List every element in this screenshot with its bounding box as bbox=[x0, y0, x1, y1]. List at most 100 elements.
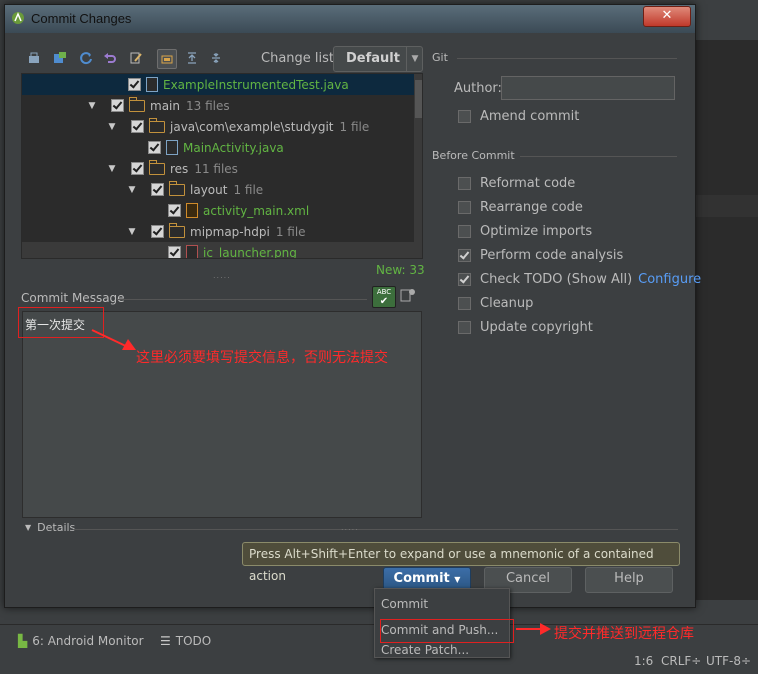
tree-row-label: ic_launcher.png bbox=[203, 245, 297, 259]
file-encoding[interactable]: UTF-8÷ bbox=[706, 654, 751, 668]
perform-code-analysis-checkbox[interactable] bbox=[458, 248, 471, 262]
option-label: Check TODO (Show All) bbox=[480, 271, 633, 287]
folder-checkbox[interactable] bbox=[151, 183, 164, 196]
commit-history-button[interactable] bbox=[400, 287, 418, 305]
tree-row[interactable]: ic_launcher.png bbox=[22, 242, 422, 259]
configure-link[interactable]: Configure bbox=[638, 272, 701, 287]
png-file-icon bbox=[186, 245, 198, 258]
show-diff-icon[interactable] bbox=[25, 49, 43, 67]
tree-row[interactable]: ▼ java\com\example\studygit 1 file bbox=[22, 116, 422, 137]
todo-icon: ☰ bbox=[160, 634, 171, 648]
tree-row[interactable]: ▼ layout 1 file bbox=[22, 179, 422, 200]
tree-row-count: 11 files bbox=[194, 161, 238, 176]
folder-icon bbox=[169, 222, 185, 238]
rollback-icon[interactable] bbox=[101, 49, 119, 67]
android-icon: ▙ bbox=[18, 634, 28, 648]
tree-row[interactable]: MainActivity.java bbox=[22, 137, 422, 158]
commit-changes-dialog: Commit Changes ✕ Change list: Default ▼ … bbox=[4, 4, 701, 608]
java-file-icon bbox=[146, 77, 158, 92]
expand-arrow-icon[interactable]: ▼ bbox=[86, 101, 98, 111]
commit-message-input[interactable]: 第一次提交 bbox=[22, 311, 422, 518]
check-todo-option[interactable]: Check TODO (Show All) Configure bbox=[458, 269, 701, 289]
commit-button-label: Commit bbox=[393, 571, 450, 586]
refresh-icon[interactable] bbox=[77, 49, 95, 67]
tree-row[interactable]: ExampleInstrumentedTest.java bbox=[22, 74, 422, 95]
expand-all-icon[interactable] bbox=[183, 49, 201, 67]
new-files-count: New: 33 bbox=[376, 263, 425, 277]
reformat-code-checkbox[interactable] bbox=[458, 176, 471, 190]
optimize-imports-option[interactable]: Optimize imports bbox=[458, 221, 592, 241]
tree-row-count: 1 file bbox=[339, 119, 370, 134]
folder-icon bbox=[149, 117, 165, 133]
folder-checkbox[interactable] bbox=[131, 120, 144, 133]
folder-checkbox[interactable] bbox=[111, 99, 124, 112]
todo-tab[interactable]: ☰ TODO bbox=[160, 632, 211, 650]
section-divider bbox=[73, 529, 678, 530]
cleanup-option[interactable]: Cleanup bbox=[458, 293, 533, 313]
chevron-down-icon: ▼ bbox=[406, 47, 423, 71]
author-input[interactable] bbox=[501, 76, 675, 100]
option-label: Optimize imports bbox=[480, 223, 593, 239]
history-icon bbox=[400, 289, 415, 302]
folder-checkbox[interactable] bbox=[131, 162, 144, 175]
perform-code-analysis-option[interactable]: Perform code analysis bbox=[458, 245, 623, 265]
tree-row-label: mipmap-hdpi bbox=[190, 224, 270, 239]
expand-arrow-icon[interactable]: ▼ bbox=[106, 122, 118, 132]
expand-arrow-icon[interactable]: ▼ bbox=[126, 227, 138, 237]
rearrange-code-checkbox[interactable] bbox=[458, 200, 471, 214]
dialog-titlebar[interactable]: Commit Changes ✕ bbox=[5, 5, 695, 33]
amend-commit-option[interactable]: Amend commit bbox=[458, 106, 579, 126]
tree-row[interactable]: ▼ res 11 files bbox=[22, 158, 422, 179]
expand-arrow-icon[interactable]: ▼ bbox=[106, 164, 118, 174]
move-changelist-icon[interactable] bbox=[51, 49, 69, 67]
menu-item-commit[interactable]: Commit bbox=[381, 597, 428, 611]
optimize-imports-checkbox[interactable] bbox=[458, 224, 471, 238]
spellcheck-button[interactable]: ABC ✔ bbox=[372, 286, 396, 308]
commit-message-label: Commit Message bbox=[21, 291, 125, 305]
annotation-commit-message: 这里必须要填写提交信息，否则无法提交 bbox=[136, 350, 388, 366]
todo-label: TODO bbox=[175, 634, 212, 648]
expand-arrow-icon[interactable]: ▼ bbox=[126, 185, 138, 195]
option-label: Cleanup bbox=[480, 295, 534, 311]
line-separator[interactable]: CRLF÷ bbox=[661, 654, 701, 668]
reformat-code-option[interactable]: Reformat code bbox=[458, 173, 575, 193]
splitter-handle[interactable]: ..... bbox=[213, 271, 231, 280]
file-checkbox[interactable] bbox=[168, 204, 181, 217]
tree-row[interactable]: ▼ main 13 files bbox=[22, 95, 422, 116]
details-toggle[interactable]: ▼ Details bbox=[25, 521, 75, 534]
file-checkbox[interactable] bbox=[128, 78, 141, 91]
tree-row-label: activity_main.xml bbox=[203, 203, 310, 218]
file-checkbox[interactable] bbox=[168, 246, 181, 258]
changed-files-tree[interactable]: ExampleInstrumentedTest.java ▼ main 13 f… bbox=[21, 73, 423, 259]
close-button[interactable]: ✕ bbox=[643, 6, 691, 27]
folder-checkbox[interactable] bbox=[151, 225, 164, 238]
tree-row[interactable]: activity_main.xml bbox=[22, 200, 422, 221]
git-section-title: Git bbox=[432, 51, 448, 64]
check-todo-checkbox[interactable] bbox=[458, 272, 471, 286]
tree-scrollbar-thumb[interactable] bbox=[415, 80, 422, 118]
tree-row-count: 1 file bbox=[275, 224, 306, 239]
file-checkbox[interactable] bbox=[148, 141, 161, 154]
amend-commit-checkbox[interactable] bbox=[458, 109, 471, 123]
dialog-title: Commit Changes bbox=[31, 11, 132, 26]
menu-item-create-patch[interactable]: Create Patch... bbox=[381, 643, 469, 657]
tree-row-label: ExampleInstrumentedTest.java bbox=[163, 77, 349, 92]
chevron-down-icon: ▼ bbox=[454, 575, 461, 584]
update-copyright-checkbox[interactable] bbox=[458, 320, 471, 334]
changelist-dropdown[interactable]: Default ▼ bbox=[333, 46, 423, 72]
help-button[interactable]: Help bbox=[585, 567, 673, 593]
rearrange-code-option[interactable]: Rearrange code bbox=[458, 197, 583, 217]
changelist-value: Default bbox=[346, 51, 400, 66]
tree-row-label: main bbox=[150, 98, 180, 113]
update-copyright-option[interactable]: Update copyright bbox=[458, 317, 593, 337]
splitter-handle[interactable]: ..... bbox=[341, 523, 359, 532]
tree-row[interactable]: ▼ mipmap-hdpi 1 file bbox=[22, 221, 422, 242]
cursor-position[interactable]: 1:6 bbox=[634, 654, 653, 668]
folder-icon bbox=[129, 96, 145, 112]
group-by-directory-icon[interactable] bbox=[157, 49, 177, 69]
edit-source-icon[interactable] bbox=[127, 49, 145, 67]
android-monitor-label: 6: Android Monitor bbox=[32, 634, 144, 648]
android-monitor-tab[interactable]: ▙ 6: Android Monitor bbox=[18, 632, 144, 650]
cleanup-checkbox[interactable] bbox=[458, 296, 471, 310]
collapse-all-icon[interactable] bbox=[207, 49, 225, 67]
